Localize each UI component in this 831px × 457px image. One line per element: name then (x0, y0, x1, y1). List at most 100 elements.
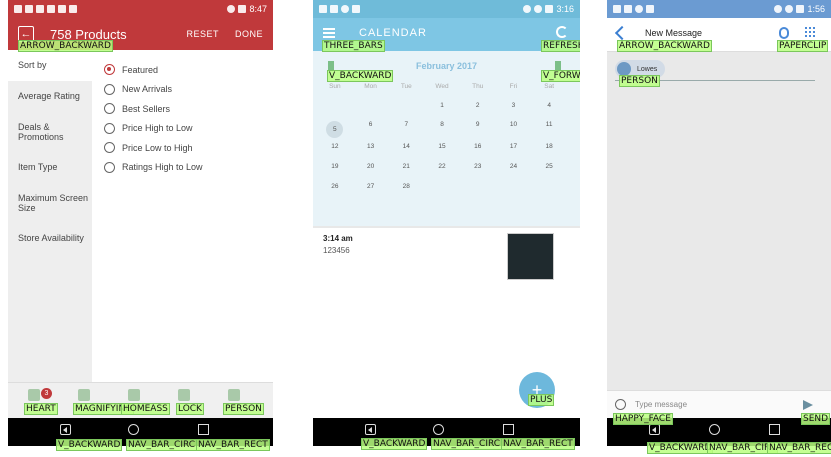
day-cell[interactable]: 6 (353, 121, 389, 138)
radio-icon[interactable] (104, 142, 115, 154)
day-cell[interactable]: 2 (460, 102, 496, 109)
day-cell[interactable]: 13 (353, 143, 389, 150)
paperclip-icon[interactable] (779, 27, 789, 39)
home-nav-icon[interactable] (128, 424, 139, 435)
day-cell[interactable]: 21 (388, 163, 424, 170)
day-cell[interactable]: 17 (496, 143, 532, 150)
day-cell[interactable] (424, 183, 460, 190)
day-cell[interactable] (353, 102, 389, 109)
radio-icon[interactable] (104, 161, 115, 173)
radio-option-ratings[interactable]: Ratings High to Low (104, 158, 203, 178)
sidebar-item-average-rating[interactable]: Average Rating (8, 81, 92, 112)
week-row: 19 20 21 22 23 24 25 (317, 163, 567, 170)
day-cell[interactable]: 16 (460, 143, 496, 150)
send-tag: SEND (801, 413, 831, 425)
day-cell[interactable]: 23 (460, 163, 496, 170)
radio-icon[interactable] (104, 83, 115, 95)
refresh-tag: REFRESH (541, 40, 580, 52)
recents-nav-icon[interactable] (503, 424, 514, 435)
heart-icon[interactable] (28, 389, 40, 401)
notification-icon (36, 5, 44, 13)
day-cell[interactable]: 19 (317, 163, 353, 170)
day-cell[interactable]: 12 (317, 143, 353, 150)
notification-icon (58, 5, 66, 13)
day-cell[interactable]: 22 (424, 163, 460, 170)
grid-dot (809, 27, 811, 29)
day-cell[interactable]: 8 (424, 121, 460, 138)
day-cell[interactable]: 25 (531, 163, 567, 170)
chevron-right-icon[interactable] (555, 61, 561, 70)
radio-option-new-arrivals[interactable]: New Arrivals (104, 80, 203, 100)
magnifying-icon[interactable] (78, 389, 90, 401)
back-nav-icon[interactable] (649, 424, 660, 435)
day-cell[interactable]: 15 (424, 143, 460, 150)
day-cell[interactable] (388, 102, 424, 109)
divider (313, 226, 580, 228)
day-cell[interactable]: 20 (353, 163, 389, 170)
nav-bar-circ-tag: NAV_BAR_CIRC (126, 439, 198, 451)
happy-face-icon[interactable] (615, 399, 626, 410)
done-button[interactable]: DONE (235, 29, 263, 39)
day-cell[interactable]: 24 (496, 163, 532, 170)
back-nav-icon[interactable] (60, 424, 71, 435)
day-cell[interactable]: 1 (424, 102, 460, 109)
radio-icon[interactable] (104, 122, 115, 134)
sidebar-item-item-type[interactable]: Item Type (8, 152, 92, 183)
day-cell[interactable]: 26 (317, 183, 353, 190)
radio-option-price-low-high[interactable]: Price Low to High (104, 138, 203, 158)
recipient-name: Lowes (637, 65, 658, 73)
arrow-backward-tag: ARROW_BACKWARD (18, 40, 113, 52)
week-row: 1 2 3 4 (317, 102, 567, 109)
event-thumbnail[interactable] (507, 233, 554, 280)
recents-nav-icon[interactable] (769, 424, 780, 435)
radio-option-featured[interactable]: Featured (104, 60, 203, 80)
back-nav-icon[interactable] (365, 424, 376, 435)
apps-grid-icon[interactable] (805, 27, 815, 37)
day-cell[interactable]: 14 (388, 143, 424, 150)
event-title[interactable]: 123456 (323, 246, 350, 255)
home-icon[interactable] (128, 389, 140, 401)
notification-icon (341, 5, 349, 13)
person-icon[interactable] (228, 389, 240, 401)
day-cell[interactable] (531, 183, 567, 190)
day-cell[interactable]: 3 (496, 102, 532, 109)
radio-selected-icon[interactable] (104, 64, 115, 76)
status-time: 8:47 (249, 4, 267, 14)
status-bar: 1:56 (607, 0, 831, 18)
sidebar-item-screen-size[interactable]: Maximum Screen Size (8, 183, 92, 223)
arrow-backward-icon[interactable] (614, 25, 630, 41)
day-cell[interactable] (460, 183, 496, 190)
message-input[interactable]: Type message (635, 400, 687, 409)
notification-icons (14, 5, 77, 13)
radio-option-best-sellers[interactable]: Best Sellers (104, 99, 203, 119)
lock-icon[interactable] (178, 389, 190, 401)
three-bars-icon[interactable] (323, 28, 335, 38)
sidebar-item-store-availability[interactable]: Store Availability (8, 223, 92, 254)
send-icon[interactable] (803, 400, 813, 410)
home-nav-icon[interactable] (709, 424, 720, 435)
grid-dot (805, 27, 807, 29)
day-cell[interactable]: 11 (531, 121, 567, 138)
day-cell[interactable]: 4 (531, 102, 567, 109)
day-cell[interactable]: 28 (388, 183, 424, 190)
sidebar-item-sort-by[interactable]: Sort by (8, 50, 92, 81)
day-cell-today[interactable]: 5 (317, 121, 353, 138)
reset-button[interactable]: RESET (186, 29, 219, 39)
day-cell[interactable]: 7 (388, 121, 424, 138)
notification-icon (25, 5, 33, 13)
event-time[interactable]: 3:14 am (323, 234, 353, 243)
notification-icon (352, 5, 360, 13)
recents-nav-icon[interactable] (198, 424, 209, 435)
day-cell[interactable] (317, 102, 353, 109)
day-cell[interactable]: 10 (496, 121, 532, 138)
refresh-icon[interactable] (556, 26, 568, 38)
radio-icon[interactable] (104, 103, 115, 115)
day-cell[interactable]: 27 (353, 183, 389, 190)
sidebar-item-deals[interactable]: Deals & Promotions (8, 112, 92, 152)
radio-option-price-high-low[interactable]: Price High to Low (104, 119, 203, 139)
notification-icon (47, 5, 55, 13)
day-cell[interactable]: 18 (531, 143, 567, 150)
day-cell[interactable] (496, 183, 532, 190)
day-cell[interactable]: 9 (460, 121, 496, 138)
home-nav-icon[interactable] (433, 424, 444, 435)
